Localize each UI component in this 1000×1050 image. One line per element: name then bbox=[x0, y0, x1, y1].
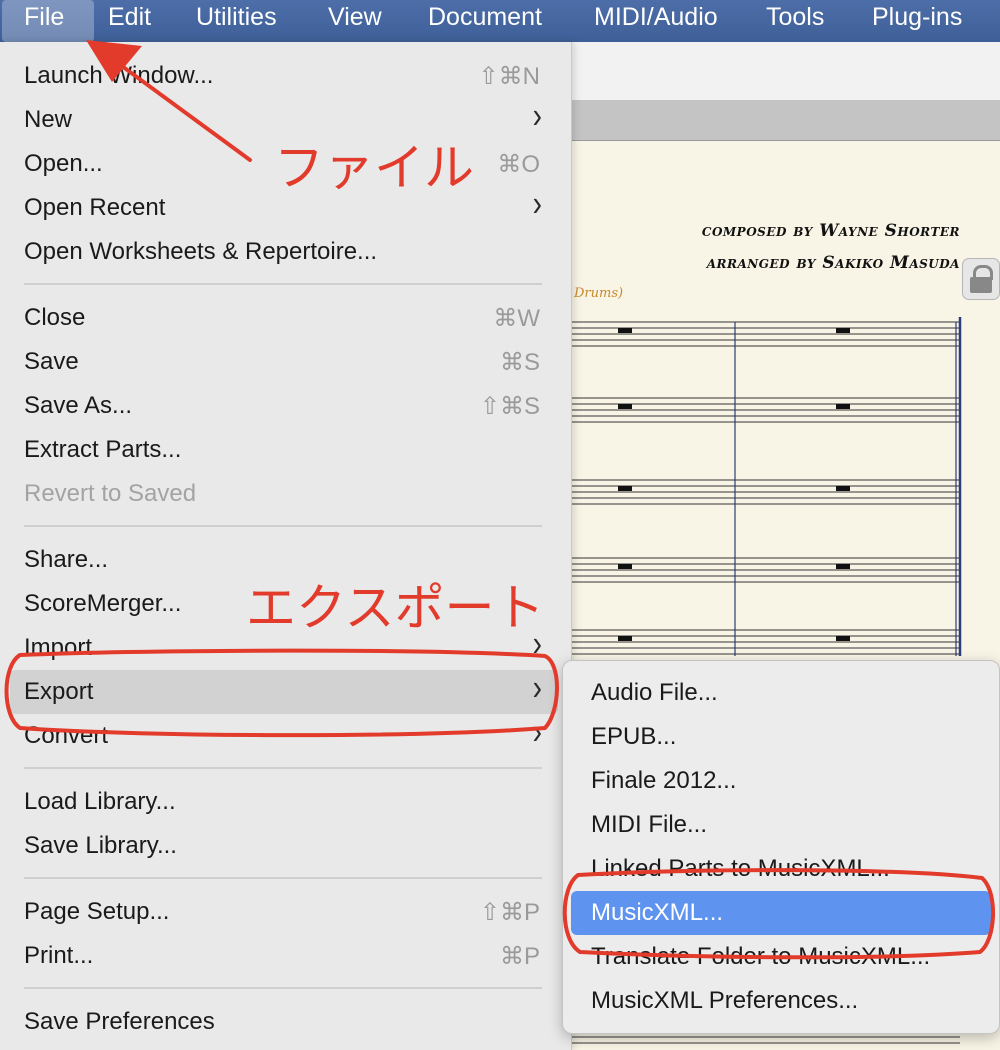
lock-icon[interactable] bbox=[962, 258, 1000, 300]
submenu-item-label: EPUB... bbox=[591, 723, 677, 750]
submenu-item-audio-file[interactable]: Audio File... bbox=[571, 671, 991, 715]
chevron-right-icon: › bbox=[532, 667, 542, 708]
menu-separator bbox=[24, 767, 542, 769]
submenu-item-label: MusicXML Preferences... bbox=[591, 987, 859, 1014]
submenu-item-epub[interactable]: EPUB... bbox=[571, 715, 991, 759]
menu-item-save-as[interactable]: Save As... ⇧⌘S bbox=[10, 384, 558, 428]
menu-item-revert-to-saved: Revert to Saved bbox=[10, 472, 558, 516]
submenu-item-musicxml[interactable]: MusicXML... bbox=[571, 891, 991, 935]
shortcut-label: ⇧⌘S bbox=[479, 393, 540, 420]
menu-item-launch-window[interactable]: Launch Window... ⇧⌘N bbox=[10, 54, 558, 98]
document-toolbar bbox=[570, 42, 1000, 100]
submenu-item-midi-file[interactable]: MIDI File... bbox=[571, 803, 991, 847]
annotation-export-label: エクスポート bbox=[246, 579, 545, 637]
menu-file-label: File bbox=[24, 3, 65, 31]
export-submenu: Audio File... EPUB... Finale 2012... MID… bbox=[562, 660, 1000, 1034]
menu-item-label: New bbox=[24, 106, 73, 133]
menu-item-close[interactable]: Close ⌘W bbox=[10, 296, 558, 340]
menu-item-label: Open Recent bbox=[24, 194, 166, 221]
menu-item-label: Share... bbox=[24, 546, 109, 573]
menu-file[interactable]: File bbox=[2, 0, 94, 42]
menu-item-open-worksheets[interactable]: Open Worksheets & Repertoire... bbox=[10, 230, 558, 274]
menu-item-label: Print... bbox=[24, 942, 94, 969]
menu-item-page-setup[interactable]: Page Setup... ⇧⌘P bbox=[10, 890, 558, 934]
menu-separator bbox=[24, 283, 542, 285]
menu-utilities[interactable]: Utilities bbox=[196, 0, 277, 42]
menu-item-label: Page Setup... bbox=[24, 898, 170, 925]
menu-document[interactable]: Document bbox=[428, 0, 542, 42]
menu-item-print[interactable]: Print... ⌘P bbox=[10, 934, 558, 978]
menu-item-label: Extract Parts... bbox=[24, 436, 182, 463]
shortcut-label: ⌘O bbox=[497, 151, 540, 178]
menu-edit[interactable]: Edit bbox=[108, 0, 151, 42]
submenu-item-label: Linked Parts to MusicXML... bbox=[591, 855, 890, 882]
chevron-right-icon: › bbox=[532, 183, 542, 224]
submenu-item-finale-2012[interactable]: Finale 2012... bbox=[571, 759, 991, 803]
menu-item-label: Open... bbox=[24, 150, 103, 177]
menu-item-load-library[interactable]: Load Library... bbox=[10, 780, 558, 824]
submenu-item-linked-parts[interactable]: Linked Parts to MusicXML... bbox=[571, 847, 991, 891]
shortcut-label: ⇧⌘P bbox=[479, 899, 540, 926]
submenu-item-label: MIDI File... bbox=[591, 811, 708, 838]
menu-item-export[interactable]: Export › bbox=[10, 667, 558, 714]
menu-midi-audio[interactable]: MIDI/Audio bbox=[594, 0, 718, 42]
menu-plug-ins[interactable]: Plug-ins bbox=[872, 0, 962, 42]
menu-item-save[interactable]: Save ⌘S bbox=[10, 340, 558, 384]
submenu-item-label: Translate Folder to MusicXML... bbox=[591, 943, 931, 970]
menu-item-label: ScoreMerger... bbox=[24, 590, 182, 617]
shortcut-label: ⌘S bbox=[499, 349, 540, 376]
menu-item-save-library[interactable]: Save Library... bbox=[10, 824, 558, 868]
shortcut-label: ⌘W bbox=[493, 305, 540, 332]
menu-separator bbox=[24, 877, 542, 879]
menu-item-label: Close bbox=[24, 304, 86, 331]
chevron-right-icon: › bbox=[532, 711, 542, 752]
menu-separator bbox=[24, 987, 542, 989]
menu-item-label: Revert to Saved bbox=[24, 480, 197, 507]
menu-item-label: Convert bbox=[24, 722, 109, 749]
menu-item-label: Launch Window... bbox=[24, 62, 214, 89]
menu-item-save-preferences[interactable]: Save Preferences bbox=[10, 1000, 558, 1044]
menu-item-label: Save As... bbox=[24, 392, 133, 419]
menu-item-label: Save Preferences bbox=[24, 1008, 215, 1035]
menu-item-convert[interactable]: Convert › bbox=[10, 711, 558, 758]
submenu-item-label: Finale 2012... bbox=[591, 767, 737, 794]
shortcut-label: ⌘P bbox=[499, 943, 540, 970]
menu-bar: File Edit Utilities View Document MIDI/A… bbox=[0, 0, 1000, 42]
annotation-file-label: ファイル bbox=[274, 139, 474, 197]
menu-item-extract-parts[interactable]: Extract Parts... bbox=[10, 428, 558, 472]
submenu-item-translate-folder[interactable]: Translate Folder to MusicXML... bbox=[571, 935, 991, 979]
menu-item-label: Export bbox=[24, 678, 94, 705]
menu-view[interactable]: View bbox=[328, 0, 382, 42]
document-title-bar bbox=[570, 100, 1000, 141]
submenu-item-label: MusicXML... bbox=[591, 899, 724, 926]
submenu-item-label: Audio File... bbox=[591, 679, 718, 706]
menu-item-label: Open Worksheets & Repertoire... bbox=[24, 238, 378, 265]
menu-item-label: Save Library... bbox=[24, 832, 177, 859]
menu-item-label: Save bbox=[24, 348, 79, 375]
menu-tools[interactable]: Tools bbox=[766, 0, 824, 42]
shortcut-label: ⇧⌘N bbox=[478, 63, 540, 90]
menu-item-label: Import bbox=[24, 634, 93, 661]
submenu-item-musicxml-preferences[interactable]: MusicXML Preferences... bbox=[571, 979, 991, 1023]
menu-item-label: Load Library... bbox=[24, 788, 176, 815]
chevron-right-icon: › bbox=[532, 95, 542, 136]
menu-separator bbox=[24, 525, 542, 527]
